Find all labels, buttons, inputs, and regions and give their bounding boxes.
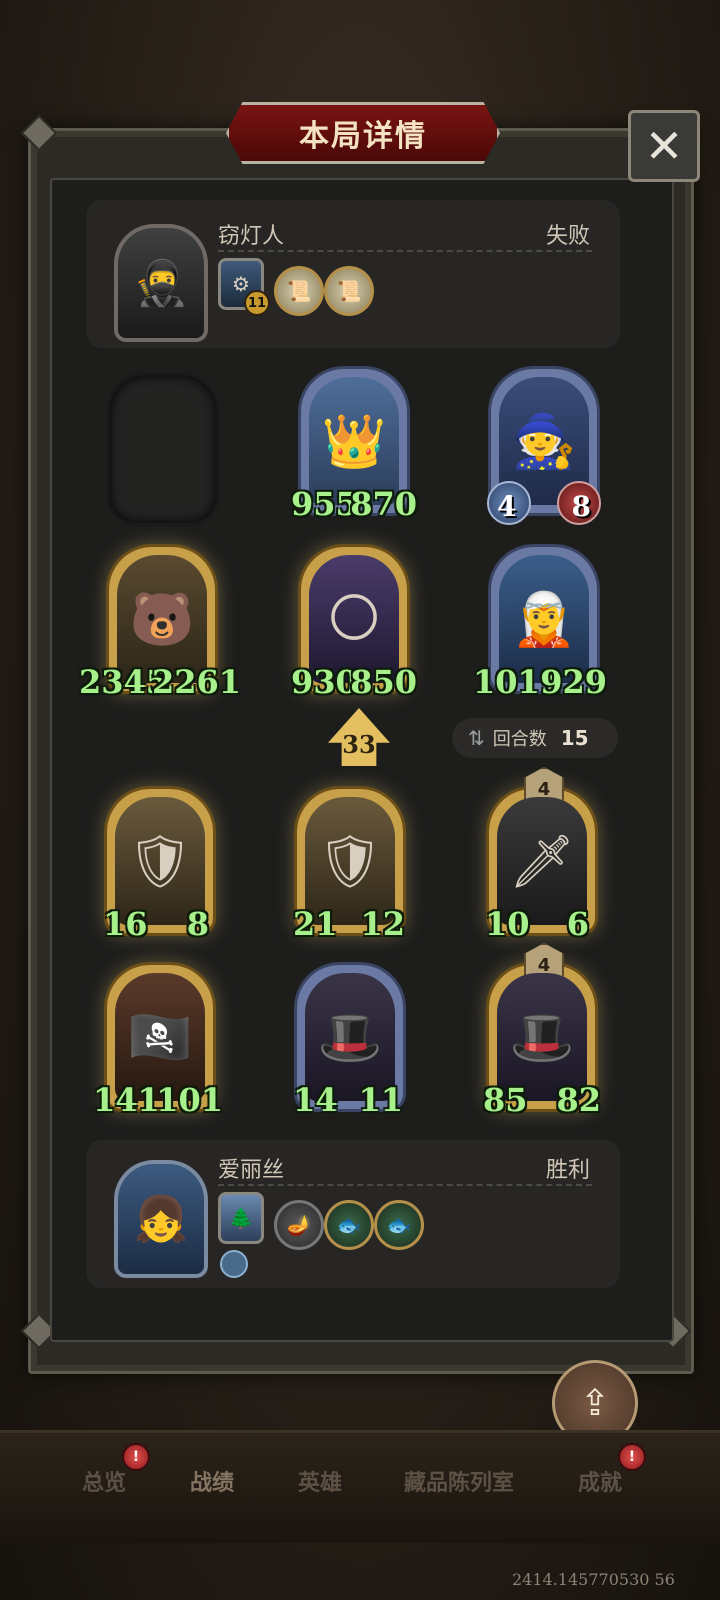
minion-health: 2261 xyxy=(151,663,241,701)
player-name: 爱丽丝 xyxy=(218,1158,285,1183)
player-minion-card[interactable]: 4 🎩 85 82 xyxy=(483,943,601,1119)
opponent-result: 失败 xyxy=(546,224,591,249)
player-portrait[interactable]: 👧 xyxy=(114,1160,208,1278)
alert-badge: ! xyxy=(122,1443,150,1471)
minion-health: 82 xyxy=(556,1081,601,1119)
minion-attack: 955 xyxy=(291,485,358,523)
divider xyxy=(218,250,592,252)
player-minion-card[interactable]: 🛡 21 12 xyxy=(293,786,406,943)
round-counter: ⇅ 回合数 15 xyxy=(452,718,618,758)
round-cycle-icon: ⇅ xyxy=(468,726,485,750)
minion-health: 11 xyxy=(358,1081,403,1119)
player-result: 胜利 xyxy=(546,1158,591,1183)
minion-health: 929 xyxy=(540,663,607,701)
divider xyxy=(218,1184,592,1186)
opponent-minion-card[interactable]: 🧝 1011 929 xyxy=(473,544,607,701)
minion-health: 8 xyxy=(571,490,591,523)
minion-health: 12 xyxy=(360,905,405,943)
minion-attack: 85 xyxy=(483,1081,528,1119)
empty-board-slot xyxy=(106,372,220,526)
minion-attack: 10 xyxy=(485,905,530,943)
dialog-title: 本局详情 xyxy=(299,119,427,154)
minion-attack: 141 xyxy=(93,1081,160,1119)
share-icon: ⇪ xyxy=(579,1382,611,1424)
session-id: 2414.145770530 56 xyxy=(512,1570,675,1589)
round-value: 15 xyxy=(560,726,589,750)
minion-attack: 4 xyxy=(497,490,517,523)
opponent-name: 窃灯人 xyxy=(218,224,285,249)
title-banner: 本局详情 xyxy=(226,102,500,164)
opponent-minion-card[interactable]: 🧙 4 8 xyxy=(487,366,601,525)
close-button[interactable]: ✕ xyxy=(628,110,700,182)
hero-power-icon[interactable]: 🌲 xyxy=(218,1192,264,1244)
minion-health: 850 xyxy=(350,663,417,701)
minion-health: 101 xyxy=(156,1081,223,1119)
minion-attack: 14 xyxy=(293,1081,338,1119)
bottom-nav: 总览 ! 战绩 英雄 藏品陈列室 成就 ! xyxy=(0,1430,720,1543)
player-minion-card[interactable]: 🏴‍☠️ 141 101 xyxy=(93,962,223,1119)
minion-health: 870 xyxy=(350,485,417,523)
minion-attack: 16 xyxy=(103,905,148,943)
nav-achievements[interactable]: 成就 xyxy=(578,1465,622,1497)
nav-records[interactable]: 战绩 xyxy=(190,1465,234,1497)
opponent-minion-card[interactable]: 👑 955 870 xyxy=(291,366,417,523)
minion-health: 6 xyxy=(566,905,589,943)
alert-badge: ! xyxy=(618,1443,646,1471)
green-fish-coin-icon[interactable]: 🐟 xyxy=(374,1200,424,1250)
nav-heroes[interactable]: 英雄 xyxy=(298,1465,342,1497)
opponent-minion-card[interactable]: 🐻 2345 2261 xyxy=(79,544,241,701)
player-minion-card[interactable]: 4 🗡 10 6 xyxy=(485,767,598,943)
scroll-coin-icon[interactable]: 📜 xyxy=(324,266,374,316)
nav-collection[interactable]: 藏品陈列室 xyxy=(404,1465,514,1497)
close-icon: ✕ xyxy=(644,119,684,173)
opponent-minion-card[interactable]: 🌕 930 850 xyxy=(291,544,417,701)
player-minion-card[interactable]: 🛡 16 8 xyxy=(103,786,216,943)
minion-attack: 930 xyxy=(291,663,358,701)
minion-health: 8 xyxy=(186,905,209,943)
nav-overview[interactable]: 总览 xyxy=(82,1465,126,1497)
round-label: 回合数 xyxy=(492,729,547,750)
alice-portrait-icon: 👧 xyxy=(133,1194,189,1245)
damage-value: 33 xyxy=(342,729,376,759)
scroll-coin-icon[interactable]: 📜 xyxy=(274,266,324,316)
lamp-icon[interactable]: 🪔 xyxy=(274,1200,324,1250)
hooded-assassin-icon: 🥷 xyxy=(133,258,189,309)
green-fish-coin-icon[interactable]: 🐟 xyxy=(324,1200,374,1250)
opponent-portrait[interactable]: 🥷 xyxy=(114,224,208,342)
player-minion-card[interactable]: 🎩 14 11 xyxy=(293,962,406,1119)
hero-power-badge: 11 xyxy=(244,290,270,316)
buff-icon xyxy=(220,1250,248,1278)
minion-attack: 21 xyxy=(293,905,338,943)
